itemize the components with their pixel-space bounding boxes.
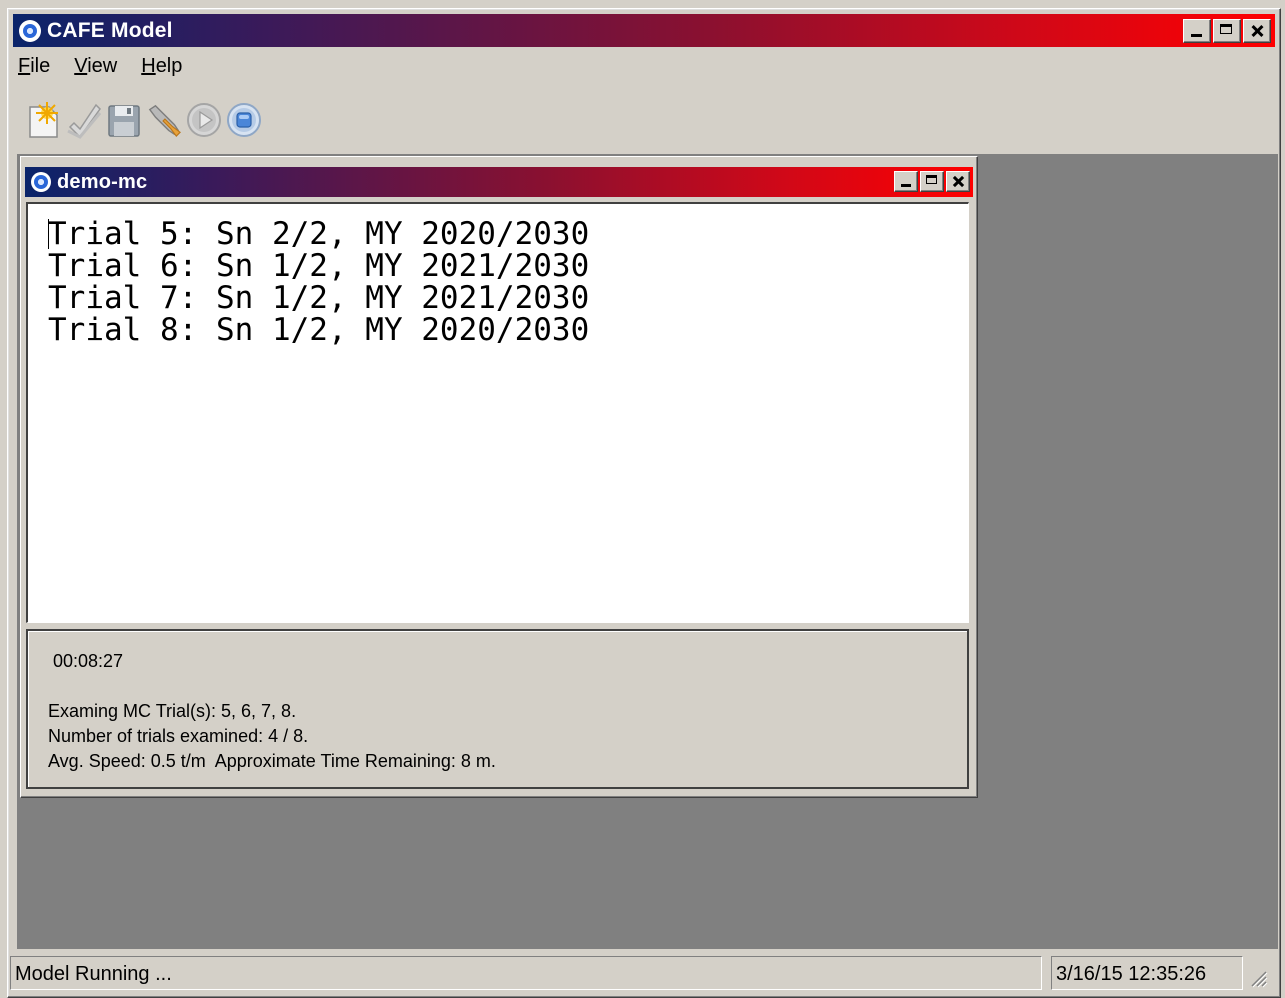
title-bar[interactable]: CAFE Model — [13, 14, 1275, 47]
trials-count-text: Number of trials examined: 4 / 8. — [48, 726, 309, 746]
child-window-controls — [892, 171, 970, 192]
progress-info-panel: 00:08:27 Examing MC Trial(s): 5, 6, 7, 8… — [26, 629, 969, 789]
app-icon[interactable] — [19, 19, 41, 42]
stop-button[interactable] — [226, 100, 262, 140]
output-line: Trial 7: Sn 1/2, MY 2021/2030 — [48, 280, 590, 316]
close-button[interactable] — [1243, 19, 1271, 43]
new-button[interactable] — [26, 100, 62, 140]
save-button[interactable] — [106, 100, 142, 140]
play-icon — [187, 103, 221, 137]
status-datetime: 3/16/15 12:35:26 — [1051, 956, 1243, 990]
maximize-button[interactable] — [1213, 19, 1241, 43]
window-title: CAFE Model — [47, 18, 173, 42]
settings-icon — [148, 104, 181, 137]
output-line: Trial 8: Sn 1/2, MY 2020/2030 — [48, 312, 590, 348]
resize-grip-icon[interactable] — [1248, 968, 1268, 988]
elapsed-time: 00:08:27 — [53, 651, 124, 671]
child-close-button[interactable] — [946, 171, 970, 192]
info-lines: Examing MC Trial(s): 5, 6, 7, 8. Number … — [48, 699, 496, 774]
menu-file[interactable]: File — [18, 55, 50, 78]
child-title-bar[interactable]: demo-mc — [25, 167, 973, 197]
open-button[interactable] — [66, 100, 102, 140]
status-bar: Model Running ... 3/16/15 12:35:26 — [10, 956, 1272, 994]
output-text-area[interactable]: Trial 5: Sn 2/2, MY 2020/2030 Trial 6: S… — [26, 202, 969, 623]
status-message: Model Running ... — [10, 956, 1042, 990]
speed-remaining-text: Avg. Speed: 0.5 t/m Approximate Time Rem… — [48, 751, 496, 771]
minimize-button[interactable] — [1183, 19, 1211, 43]
new-icon — [29, 102, 58, 138]
menu-help[interactable]: Help — [141, 55, 182, 78]
output-line: Trial 5: Sn 2/2, MY 2020/2030 — [48, 216, 590, 252]
child-minimize-button[interactable] — [894, 171, 918, 192]
toolbar — [26, 100, 262, 140]
open-icon — [67, 103, 102, 139]
save-icon — [108, 105, 140, 137]
child-window: demo-mc Trial 5: Sn 2/2, MY 2020/2030 Tr… — [20, 156, 978, 798]
window-controls — [1181, 19, 1271, 43]
child-app-icon[interactable] — [31, 172, 51, 192]
output-line: Trial 6: Sn 1/2, MY 2021/2030 — [48, 248, 590, 284]
menu-view[interactable]: View — [74, 55, 117, 78]
child-maximize-button[interactable] — [920, 171, 944, 192]
stop-icon — [227, 103, 261, 137]
menu-bar: File View Help — [18, 55, 206, 78]
settings-button[interactable] — [146, 100, 182, 140]
child-window-title: demo-mc — [57, 170, 148, 193]
trials-examining-text: Examing MC Trial(s): 5, 6, 7, 8. — [48, 701, 297, 721]
play-button[interactable] — [186, 100, 222, 140]
